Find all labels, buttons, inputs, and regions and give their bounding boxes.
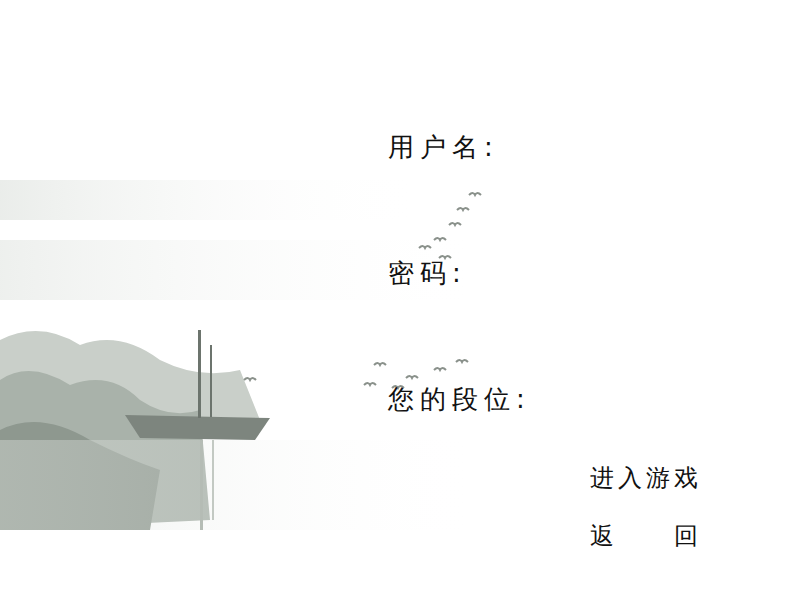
bird-icon [374, 363, 386, 365]
button-group: 进入游戏返 回 [388, 418, 800, 554]
bird-icon [419, 246, 431, 248]
bird-icon [439, 256, 451, 258]
menu-button[interactable]: 返 回 [590, 518, 800, 554]
field-label: 您的段位: [388, 380, 800, 418]
bird-icon [364, 383, 376, 385]
login-screen: 用户名:密码:您的段位:进入游戏返 回 [0, 0, 800, 600]
bird-icon [244, 378, 256, 380]
bird-icon [434, 368, 446, 370]
bird-icon [457, 208, 469, 210]
bird-icon [406, 376, 418, 378]
bird-icon [456, 360, 468, 362]
bird-icon [469, 193, 481, 195]
bird-icon [449, 223, 461, 225]
field-label: 用户名: [388, 128, 800, 166]
menu-button[interactable]: 进入游戏 [590, 460, 800, 496]
field-label: 密码: [388, 254, 800, 292]
ink-painting [0, 0, 800, 600]
bird-icon [434, 238, 446, 240]
login-form: 用户名: 密码: 您的段位: [388, 128, 800, 418]
